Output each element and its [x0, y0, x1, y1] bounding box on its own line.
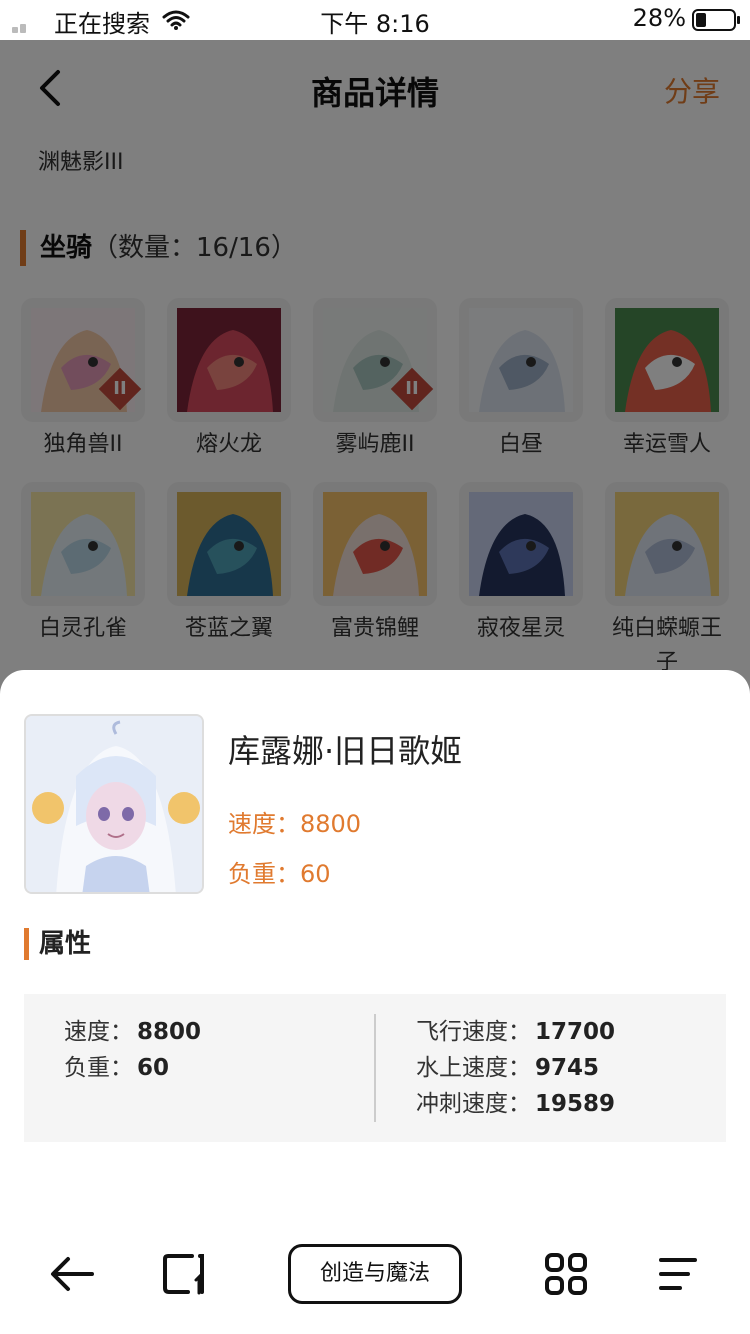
mount-avatar — [24, 714, 204, 894]
status-bar: 正在搜索 下午 8:16 28% — [0, 0, 750, 40]
load-label: 负重： — [228, 860, 300, 888]
attributes-divider — [374, 1014, 376, 1122]
home-button[interactable]: 创造与魔法 — [288, 1244, 462, 1304]
arrow-left-icon[interactable] — [48, 1254, 96, 1298]
attribute-value: 19589 — [535, 1091, 616, 1117]
attribute-label: 速度： — [64, 1019, 133, 1045]
menu-icon[interactable] — [658, 1256, 698, 1296]
apps-grid-icon[interactable] — [544, 1252, 588, 1300]
browser-toolbar: 创造与魔法 — [0, 1220, 750, 1334]
attribute-row: 冲刺速度： 19589 — [416, 1086, 615, 1122]
tabs-icon[interactable] — [162, 1252, 208, 1302]
attribute-label: 水上速度： — [416, 1055, 531, 1081]
attributes-right-column: 飞行速度： 17700 水上速度： 9745 冲刺速度： 19589 — [416, 1014, 615, 1122]
attribute-value: 17700 — [535, 1019, 616, 1045]
attribute-label: 冲刺速度： — [416, 1091, 531, 1117]
speed-value: 8800 — [300, 810, 362, 838]
mount-name: 库露娜·旧日歌姬 — [228, 732, 463, 770]
battery-percent: 28% — [632, 4, 686, 32]
attribute-label: 负重： — [64, 1055, 133, 1081]
attribute-row: 负重： 60 — [64, 1050, 201, 1086]
speed-summary: 速度：8800 — [228, 804, 361, 839]
attributes-left-column: 速度： 8800 负重： 60 — [64, 1014, 201, 1086]
attribute-row: 飞行速度： 17700 — [416, 1014, 615, 1050]
attribute-row: 速度： 8800 — [64, 1014, 201, 1050]
attributes-panel: 速度： 8800 负重： 60 飞行速度： 17700 水上速度： 9745 冲刺速度：… — [24, 994, 726, 1142]
attribute-value: 8800 — [137, 1019, 202, 1045]
attribute-value: 9745 — [535, 1055, 600, 1081]
attribute-row: 水上速度： 9745 — [416, 1050, 615, 1086]
attributes-title: 属性 — [24, 928, 91, 960]
battery-icon — [692, 9, 740, 31]
attribute-label: 飞行速度： — [416, 1019, 531, 1045]
load-summary: 负重：60 — [228, 854, 331, 889]
speed-label: 速度： — [228, 810, 300, 838]
load-value: 60 — [300, 860, 331, 888]
attribute-value: 60 — [137, 1055, 170, 1081]
